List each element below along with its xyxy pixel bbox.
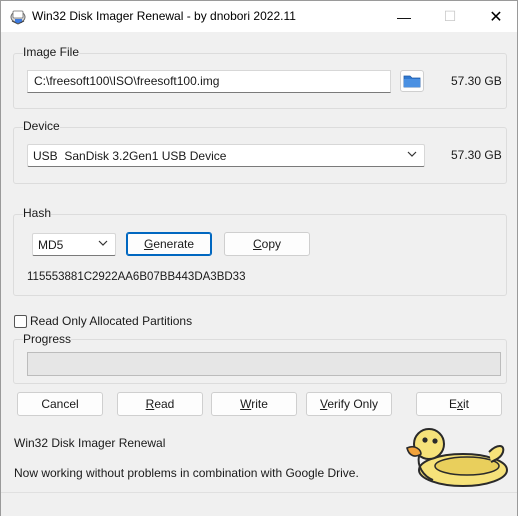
title-bar[interactable]: Win32 Disk Imager Renewal - by dnobori 2…: [1, 1, 517, 32]
chevron-down-icon: [407, 151, 417, 157]
image-file-size: 57.30 GB: [451, 74, 502, 88]
progress-bar: [27, 352, 501, 376]
hash-value: 115553881C2922AA6B07BB443DA3BD33: [27, 271, 246, 283]
minimize-icon: —: [397, 8, 411, 25]
cancel-button[interactable]: Cancel: [17, 392, 103, 416]
verify-only-label: Verify Only: [319, 397, 379, 411]
maximize-icon: ☐: [443, 8, 457, 24]
write-label: Write: [240, 397, 268, 411]
close-button[interactable]: ✕: [473, 1, 518, 32]
maximize-button[interactable]: ☐: [427, 1, 473, 32]
write-button[interactable]: Write: [211, 392, 297, 416]
disk-imager-app-icon: [10, 10, 26, 25]
read-button[interactable]: Read: [117, 392, 203, 416]
hash-algorithm-value: MD5: [38, 238, 64, 252]
rubber-duck-icon: [406, 428, 508, 487]
status-strip: [1, 492, 517, 516]
device-size: 57.30 GB: [451, 148, 502, 162]
footer-app-name: Win32 Disk Imager Renewal: [14, 436, 166, 450]
image-file-path-input[interactable]: C:\freesoft100\ISO\freesoft100.img: [27, 70, 391, 93]
image-file-label: Image File: [23, 45, 80, 59]
window-title: Win32 Disk Imager Renewal - by dnobori 2…: [32, 9, 296, 23]
copy-hash-button[interactable]: Copy: [224, 232, 310, 256]
device-select[interactable]: USB SanDisk 3.2Gen1 USB Device: [27, 144, 425, 167]
generate-hash-button[interactable]: Generate: [126, 232, 212, 256]
device-selected-value: USB SanDisk 3.2Gen1 USB Device: [33, 149, 227, 163]
app-window: Win32 Disk Imager Renewal - by dnobori 2…: [0, 0, 518, 516]
copy-label: Copy: [252, 237, 282, 251]
read-only-allocated-label[interactable]: Read Only Allocated Partitions: [30, 314, 192, 328]
verify-only-button[interactable]: Verify Only: [306, 392, 392, 416]
footer-message: Now working without problems in combinat…: [14, 466, 359, 480]
hash-label: Hash: [23, 206, 52, 220]
exit-button[interactable]: Exit: [416, 392, 502, 416]
chevron-down-icon: [98, 240, 108, 246]
folder-icon: [403, 75, 421, 88]
hash-algorithm-select[interactable]: MD5: [32, 233, 116, 256]
minimize-button[interactable]: —: [381, 1, 427, 32]
device-label: Device: [23, 119, 60, 133]
browse-button[interactable]: [400, 70, 424, 92]
progress-label: Progress: [23, 332, 72, 346]
exit-label: Exit: [448, 397, 469, 411]
close-icon: ✕: [489, 8, 503, 26]
read-label: Read: [145, 397, 175, 411]
generate-label: Generate: [143, 237, 195, 251]
read-only-allocated-checkbox[interactable]: [14, 315, 27, 328]
